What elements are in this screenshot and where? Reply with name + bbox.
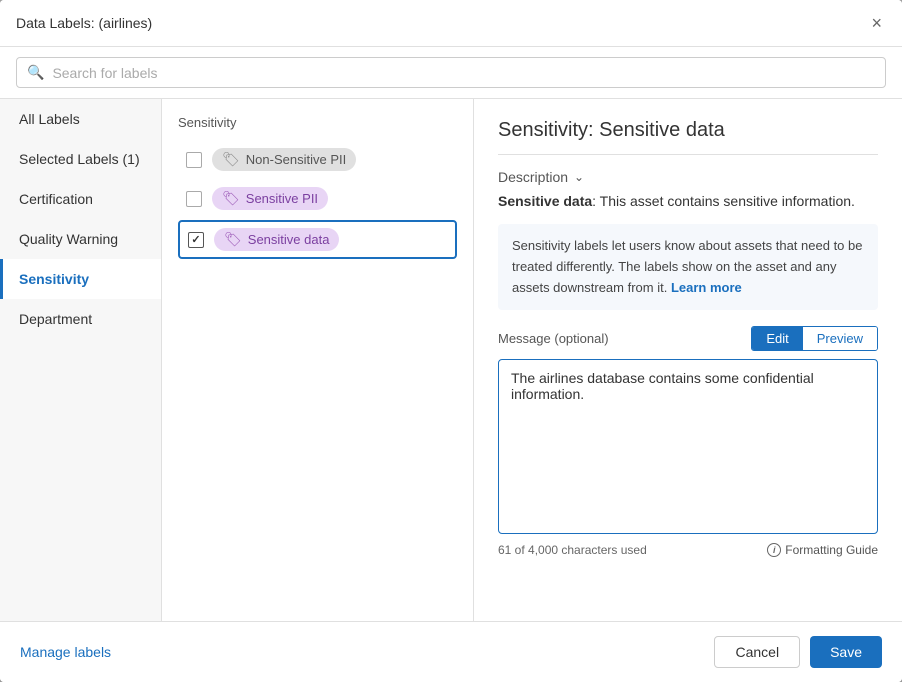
manage-labels-link[interactable]: Manage labels xyxy=(20,644,111,660)
description-label: Description xyxy=(498,169,568,185)
message-footer: 61 of 4,000 characters used i Formatting… xyxy=(498,543,878,557)
modal-body: All Labels Selected Labels (1) Certifica… xyxy=(0,99,902,621)
sensitive-data-pill: 🏷 Sensitive data xyxy=(214,228,339,251)
sidebar-item-quality-warning[interactable]: Quality Warning xyxy=(0,219,161,259)
description-text: Sensitive data: This asset contains sens… xyxy=(498,191,878,212)
info-box: Sensitivity labels let users know about … xyxy=(498,224,878,310)
chevron-down-icon: ⌄ xyxy=(574,170,584,184)
info-circle-icon: i xyxy=(767,543,781,557)
search-icon: 🔍 xyxy=(27,64,44,81)
sidebar-item-certification[interactable]: Certification xyxy=(0,179,161,219)
data-labels-modal: Data Labels: (airlines) × 🔍 All Labels S… xyxy=(0,0,902,682)
sensitive-data-checkbox[interactable] xyxy=(188,232,204,248)
modal-footer: Manage labels Cancel Save xyxy=(0,621,902,682)
message-textarea[interactable] xyxy=(498,359,878,534)
message-tabs: Edit Preview xyxy=(751,326,878,351)
detail-title: Sensitivity: Sensitive data xyxy=(498,119,878,142)
label-item-sensitive-data[interactable]: 🏷 Sensitive data xyxy=(178,220,457,259)
modal-header: Data Labels: (airlines) × xyxy=(0,0,902,47)
close-button[interactable]: × xyxy=(867,12,886,34)
sidebar-item-sensitivity[interactable]: Sensitivity xyxy=(0,259,161,299)
tag-icon-purple-pii: 🏷 xyxy=(222,190,240,207)
label-item-non-sensitive-pii[interactable]: 🏷 Non-Sensitive PII xyxy=(178,142,457,177)
non-sensitive-pii-pill: 🏷 Non-Sensitive PII xyxy=(212,148,356,171)
chars-used: 61 of 4,000 characters used xyxy=(498,543,647,557)
label-item-sensitive-pii[interactable]: 🏷 Sensitive PII xyxy=(178,181,457,216)
message-header: Message (optional) Edit Preview xyxy=(498,326,878,351)
middle-panel: Sensitivity 🏷 Non-Sensitive PII 🏷 Sensit… xyxy=(162,99,474,621)
sidebar: All Labels Selected Labels (1) Certifica… xyxy=(0,99,162,621)
cancel-button[interactable]: Cancel xyxy=(714,636,800,668)
sidebar-item-all-labels[interactable]: All Labels xyxy=(0,99,161,139)
detail-divider xyxy=(498,154,878,155)
save-button[interactable]: Save xyxy=(810,636,882,668)
modal-title: Data Labels: (airlines) xyxy=(16,15,152,31)
sensitive-pii-pill: 🏷 Sensitive PII xyxy=(212,187,328,210)
search-input[interactable] xyxy=(52,65,875,81)
message-label: Message (optional) xyxy=(498,331,609,346)
section-label: Sensitivity xyxy=(178,115,457,130)
tab-preview[interactable]: Preview xyxy=(803,327,877,350)
description-header[interactable]: Description ⌄ xyxy=(498,169,878,185)
search-input-wrap: 🔍 xyxy=(16,57,886,88)
tag-icon-gray: 🏷 xyxy=(222,151,240,168)
tag-icon-purple-data: 🏷 xyxy=(224,231,242,248)
footer-buttons: Cancel Save xyxy=(714,636,882,668)
detail-panel: Sensitivity: Sensitive data Description … xyxy=(474,99,902,621)
tab-edit[interactable]: Edit xyxy=(752,327,802,350)
formatting-guide-link[interactable]: i Formatting Guide xyxy=(767,543,878,557)
sidebar-item-department[interactable]: Department xyxy=(0,299,161,339)
learn-more-link[interactable]: Learn more xyxy=(671,280,742,295)
sidebar-item-selected-labels[interactable]: Selected Labels (1) xyxy=(0,139,161,179)
search-bar: 🔍 xyxy=(0,47,902,99)
sensitive-pii-checkbox[interactable] xyxy=(186,191,202,207)
non-sensitive-pii-checkbox[interactable] xyxy=(186,152,202,168)
